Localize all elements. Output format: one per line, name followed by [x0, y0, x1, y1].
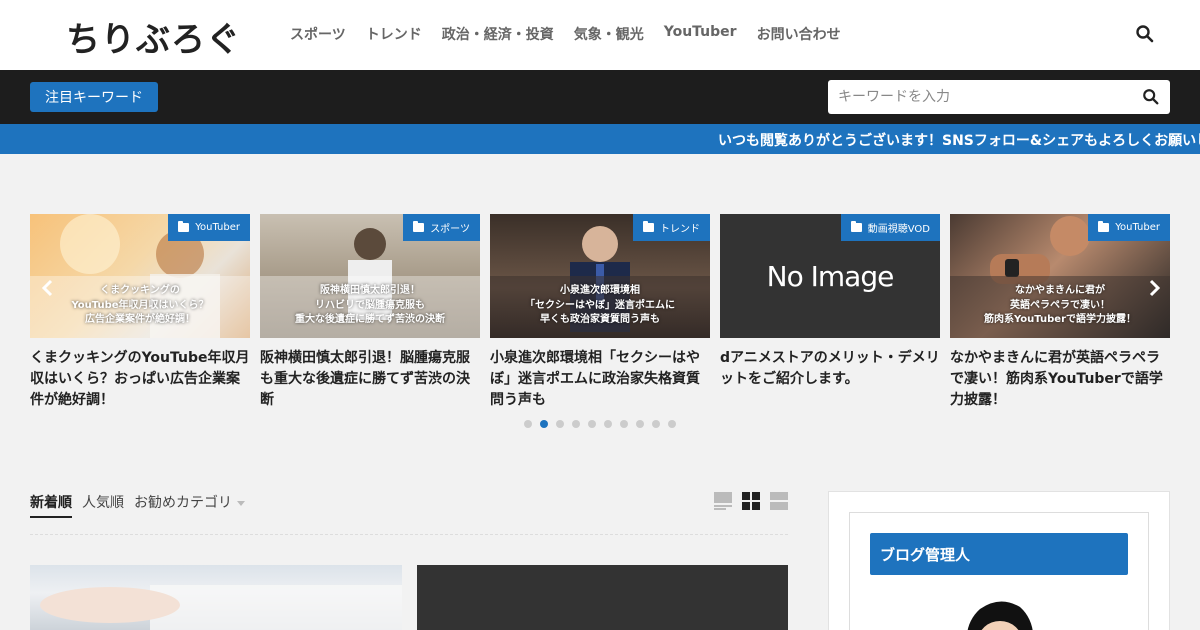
divider [30, 534, 788, 535]
card-title[interactable]: くまクッキングのYouTube年収月収はいくら？おっぱい広告企業案件が絶好調！ [30, 348, 250, 411]
card-thumbnail[interactable]: YouTuber くまクッキングの YouTube年収月収はいくら？ 広告企業案… [30, 214, 250, 338]
ticker-text: いつも閲覧ありがとうございます！SNSフォロー&シェアもよろしくお願いします！ [718, 133, 1200, 149]
trending-keywords-button[interactable]: 注目キーワード [30, 82, 158, 112]
site-logo[interactable]: ちりぶろぐ [66, 12, 241, 61]
folder-icon [1098, 221, 1110, 232]
tab-newest[interactable]: 新着順 [30, 492, 72, 518]
card-title[interactable]: dアニメストアのメリット・デメリットをご紹介します。 [720, 348, 940, 390]
news-ticker: いつも閲覧ありがとうございます！SNSフォロー&シェアもよろしくお願いします！ [0, 124, 1200, 154]
slider-card[interactable]: No Image 動画視聴VOD dアニメストアのメリット・デメリットをご紹介し… [720, 214, 940, 390]
slider-dot[interactable] [636, 420, 644, 428]
search-input[interactable] [838, 80, 1133, 114]
slider-card[interactable]: YouTuber くまクッキングの YouTube年収月収はいくら？ 広告企業案… [30, 214, 250, 411]
search-box [828, 80, 1170, 114]
author-avatar[interactable] [958, 595, 1042, 630]
chevron-left-icon[interactable] [36, 276, 60, 300]
slider-pagination [524, 420, 676, 428]
nav-item-youtuber[interactable]: YouTuber [664, 24, 737, 44]
dropdown-triangle-icon [237, 500, 245, 506]
search-icon[interactable] [1135, 24, 1155, 44]
thumbnail-caption: くまクッキングの YouTube年収月収はいくら？ 広告企業案件が絶好調！ [30, 276, 250, 338]
tab-popular[interactable]: 人気順 [82, 492, 124, 518]
thumbnail-caption: なかやまきんに君が 英語ペラペラで凄い！ 筋肉系YouTuberで語学力披露！ [950, 276, 1170, 338]
slider-dot[interactable] [540, 420, 548, 428]
thumbnail-caption: 阪神横田慎太郎引退！ リハビリで脳腫瘍克服も 重大な後遺症に勝てず苦渋の決断 [260, 276, 480, 338]
folder-icon [178, 221, 190, 232]
chevron-right-icon[interactable] [1142, 276, 1166, 300]
sidebar-widget: ブログ管理人 [828, 491, 1170, 630]
folder-icon [850, 221, 862, 232]
nav-item-politics[interactable]: 政治・経済・投資 [442, 24, 554, 44]
category-badge[interactable]: トレンド [633, 214, 710, 241]
piano-hands-image [40, 585, 402, 630]
slider-dot[interactable] [524, 420, 532, 428]
profile-widget: ブログ管理人 [849, 512, 1149, 630]
list-view-icon[interactable] [770, 492, 788, 510]
card-title[interactable]: なかやまきんに君が英語ペラペラで凄い！筋肉系YouTuberで語学力披露！ [950, 348, 1170, 411]
slider-card[interactable]: YouTuber なかやまきんに君が 英語ペラペラで凄い！ 筋肉系YouTube… [950, 214, 1170, 411]
card-thumbnail[interactable]: YouTuber なかやまきんに君が 英語ペラペラで凄い！ 筋肉系YouTube… [950, 214, 1170, 338]
card-title[interactable]: 阪神横田慎太郎引退！脳腫瘍克服も重大な後遺症に勝てず苦渋の決断 [260, 348, 480, 411]
nav-item-weather[interactable]: 気象・観光 [574, 24, 644, 44]
grid-view-icon[interactable] [742, 492, 760, 510]
slider-dot[interactable] [620, 420, 628, 428]
post-thumbnail-dark[interactable] [417, 565, 788, 630]
category-badge[interactable]: YouTuber [168, 214, 250, 241]
thumbnail-caption: 小泉進次郎環境相 「セクシーはやぼ」迷言ポエムに 早くも政治家資質問う声も [490, 276, 710, 338]
nav-item-trend[interactable]: トレンド [366, 24, 422, 44]
category-badge[interactable]: スポーツ [403, 214, 480, 241]
post-sort-tabs: 新着順 人気順 お勧めカテゴリ [30, 492, 245, 518]
slider-dot[interactable] [604, 420, 612, 428]
folder-icon [413, 221, 425, 232]
slider-card[interactable]: スポーツ 阪神横田慎太郎引退！ リハビリで脳腫瘍克服も 重大な後遺症に勝てず苦渋… [260, 214, 480, 411]
search-submit-icon[interactable] [1142, 88, 1160, 106]
tab-recommended[interactable]: お勧めカテゴリ [134, 492, 245, 518]
widget-title: ブログ管理人 [870, 533, 1128, 575]
slider-dot[interactable] [668, 420, 676, 428]
folder-icon [643, 221, 654, 232]
keyword-bar: 注目キーワード [0, 70, 1200, 124]
card-thumbnail[interactable]: スポーツ 阪神横田慎太郎引退！ リハビリで脳腫瘍克服も 重大な後遺症に勝てず苦渋… [260, 214, 480, 338]
category-badge[interactable]: 動画視聴VOD [840, 214, 940, 241]
site-header: ちりぶろぐ スポーツ トレンド 政治・経済・投資 気象・観光 YouTuber … [0, 0, 1200, 70]
slider-dot[interactable] [556, 420, 564, 428]
slider-dot[interactable] [652, 420, 660, 428]
featured-slider: YouTuber くまクッキングの YouTube年収月収はいくら？ 広告企業案… [0, 214, 1200, 434]
category-badge[interactable]: YouTuber [1088, 214, 1170, 241]
slider-card[interactable]: トレンド 小泉進次郎環境相 「セクシーはやぼ」迷言ポエムに 早くも政治家資質問う… [490, 214, 710, 411]
nav-item-sports[interactable]: スポーツ [290, 24, 346, 44]
view-mode-switcher [714, 492, 788, 510]
card-title[interactable]: 小泉進次郎環境相「セクシーはやぼ」迷言ポエムに政治家失格資質問う声も [490, 348, 710, 411]
slider-dot[interactable] [572, 420, 580, 428]
slider-dot[interactable] [588, 420, 596, 428]
post-thumbnail-piano[interactable] [30, 565, 402, 630]
card-view-icon[interactable] [714, 492, 732, 510]
main-nav: スポーツ トレンド 政治・経済・投資 気象・観光 YouTuber お問い合わせ [290, 24, 841, 44]
card-thumbnail[interactable]: No Image 動画視聴VOD [720, 214, 940, 338]
card-thumbnail[interactable]: トレンド 小泉進次郎環境相 「セクシーはやぼ」迷言ポエムに 早くも政治家資質問う… [490, 214, 710, 338]
nav-item-contact[interactable]: お問い合わせ [757, 24, 841, 44]
